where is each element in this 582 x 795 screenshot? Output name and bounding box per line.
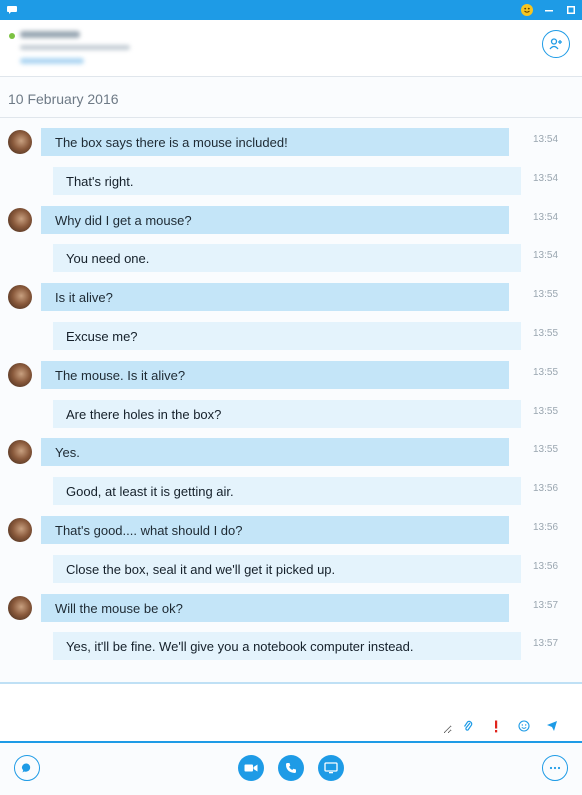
message-timestamp: 13:56	[533, 561, 559, 572]
outgoing-message[interactable]: Yes, it'll be fine. We'll give you a not…	[53, 632, 521, 660]
incoming-message[interactable]: Why did I get a mouse?	[41, 206, 509, 234]
chat-icon[interactable]	[6, 4, 18, 16]
emoticon-icon[interactable]	[518, 719, 530, 733]
title-bar	[0, 0, 582, 20]
message-text: Yes, it'll be fine. We'll give you a not…	[66, 638, 414, 654]
minimize-button[interactable]	[538, 0, 560, 20]
message-timestamp: 13:54	[533, 212, 559, 223]
contact-mood-redacted	[20, 45, 130, 50]
skype-chat-window: 10 February 2016 The box says there is a…	[0, 0, 582, 795]
incoming-message[interactable]: Yes.	[41, 438, 509, 466]
outgoing-message[interactable]: Are there holes in the box?	[53, 400, 521, 428]
audio-call-icon	[285, 762, 297, 774]
message-text: That's right.	[66, 173, 134, 189]
contact-avatar[interactable]	[8, 285, 32, 309]
message-text: Yes.	[55, 444, 80, 460]
emoticon-icon	[521, 4, 533, 16]
message-timestamp: 13:55	[533, 444, 559, 455]
incoming-message[interactable]: The mouse. Is it alive?	[41, 361, 509, 389]
audio-call-button[interactable]	[278, 755, 304, 781]
contact-name-redacted	[20, 31, 80, 38]
contact-avatar[interactable]	[8, 208, 32, 232]
important-icon[interactable]	[490, 719, 502, 733]
incoming-message[interactable]: Is it alive?	[41, 283, 509, 311]
online-status-icon	[9, 33, 15, 39]
contact-avatar[interactable]	[8, 440, 32, 464]
conversation-date: 10 February 2016	[8, 91, 119, 107]
more-options-icon	[549, 766, 561, 770]
incoming-message[interactable]: That's good.... what should I do?	[41, 516, 509, 544]
maximize-button[interactable]	[560, 0, 582, 20]
contact-avatar[interactable]	[8, 596, 32, 620]
message-text: Why did I get a mouse?	[55, 212, 192, 228]
message-timestamp: 13:57	[533, 600, 559, 611]
message-timestamp: 13:56	[533, 522, 559, 533]
screen-share-button[interactable]	[318, 755, 344, 781]
message-timestamp: 13:54	[533, 173, 559, 184]
chat-button[interactable]	[14, 755, 40, 781]
maximize-icon	[567, 6, 575, 14]
conversation-header	[0, 20, 582, 77]
message-list: The box says there is a mouse included! 1…	[0, 118, 582, 680]
message-timestamp: 13:54	[533, 250, 559, 261]
message-text: The box says there is a mouse included!	[55, 134, 288, 150]
message-timestamp: 13:55	[533, 367, 559, 378]
message-text: That's good.... what should I do?	[55, 522, 243, 538]
emoticon-button[interactable]	[516, 0, 538, 20]
send-icon[interactable]	[546, 719, 558, 733]
incoming-message[interactable]: The box says there is a mouse included!	[41, 128, 509, 156]
message-text: Close the box, seal it and we'll get it …	[66, 561, 336, 577]
message-text: Excuse me?	[66, 328, 138, 344]
compose-area	[0, 684, 582, 741]
incoming-message[interactable]: Will the mouse be ok?	[41, 594, 509, 622]
message-text: Good, at least it is getting air.	[66, 483, 234, 499]
message-text: You need one.	[66, 250, 150, 266]
video-call-icon	[244, 764, 258, 772]
window-controls	[516, 0, 582, 20]
minimize-icon	[545, 10, 553, 12]
contact-location-redacted	[20, 58, 84, 64]
add-contact-icon	[549, 38, 562, 50]
outgoing-message[interactable]: Good, at least it is getting air.	[53, 477, 521, 505]
add-contact-button[interactable]	[542, 30, 570, 58]
outgoing-message[interactable]: Close the box, seal it and we'll get it …	[53, 555, 521, 583]
chat-icon	[21, 763, 31, 773]
attach-icon[interactable]	[462, 719, 474, 733]
message-timestamp: 13:54	[533, 134, 559, 145]
bottom-toolbar	[0, 743, 582, 795]
message-timestamp: 13:57	[533, 638, 559, 649]
outgoing-message[interactable]: You need one.	[53, 244, 521, 272]
contact-avatar[interactable]	[8, 518, 32, 542]
contact-avatar[interactable]	[8, 363, 32, 387]
outgoing-message[interactable]: Excuse me?	[53, 322, 521, 350]
message-timestamp: 13:56	[533, 483, 559, 494]
more-options-button[interactable]	[542, 755, 568, 781]
message-text: Will the mouse be ok?	[55, 600, 183, 616]
message-text: Is it alive?	[55, 289, 113, 305]
message-text: Are there holes in the box?	[66, 406, 222, 422]
contact-avatar[interactable]	[8, 130, 32, 154]
message-input[interactable]	[8, 690, 452, 734]
video-call-button[interactable]	[238, 755, 264, 781]
outgoing-message[interactable]: That's right.	[53, 167, 521, 195]
message-timestamp: 13:55	[533, 406, 559, 417]
screen-share-icon	[324, 762, 338, 774]
compose-toolbar	[462, 719, 558, 733]
message-timestamp: 13:55	[533, 328, 559, 339]
message-text: The mouse. Is it alive?	[55, 367, 186, 383]
message-timestamp: 13:55	[533, 289, 559, 300]
